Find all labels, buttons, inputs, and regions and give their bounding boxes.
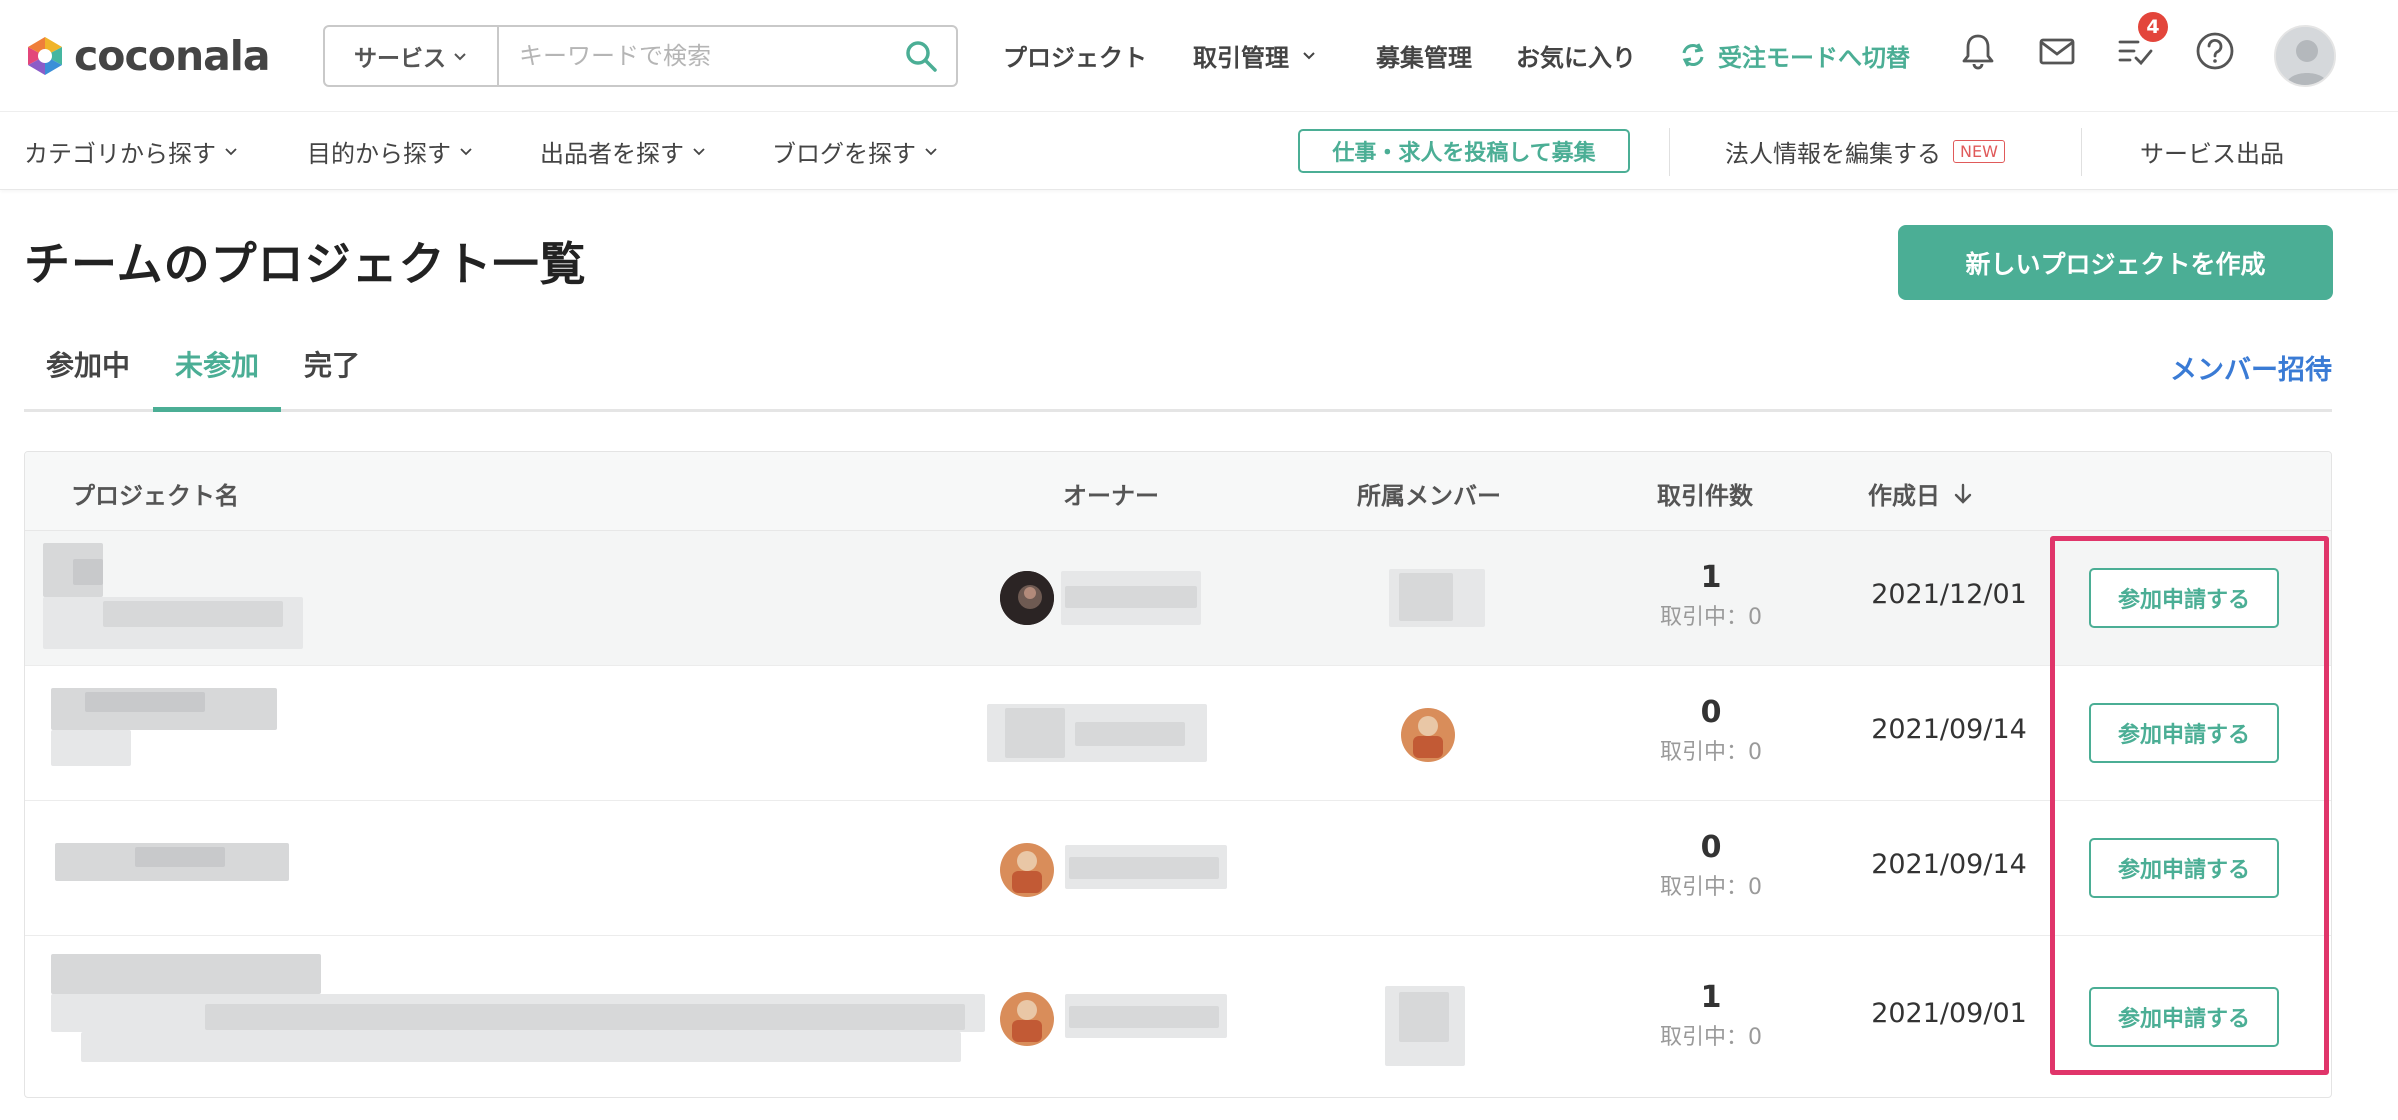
column-header-count: 取引件数	[1657, 482, 1753, 510]
chevron-down-icon	[1303, 52, 1315, 60]
owner-avatar	[1000, 992, 1054, 1046]
nav-transactions[interactable]: 取引管理	[1193, 32, 1317, 78]
subnav-blog-label: ブログを探す	[772, 139, 916, 168]
divider	[2081, 128, 2082, 176]
help-icon	[2196, 32, 2234, 70]
active-transaction-count: 取引中：0	[1660, 1025, 1762, 1050]
subnav-sellers[interactable]: 出品者を探す	[540, 134, 706, 168]
divider	[1669, 128, 1670, 176]
search-button[interactable]	[886, 27, 956, 85]
search-bar: サービス	[323, 25, 958, 87]
chevron-down-icon	[225, 148, 237, 156]
table-row: 1 取引中：0 2021/12/01 参加申請する	[25, 531, 2331, 666]
created-date: 2021/09/01	[1871, 998, 2027, 1029]
column-header-date-label: 作成日	[1868, 482, 1940, 510]
projects-table: プロジェクト名 オーナー 所属メンバー 取引件数 作成日 1 取引中：0 202…	[24, 451, 2332, 1098]
nav-favorites-label: お気に入り	[1516, 43, 1636, 72]
tab-completed[interactable]: 完了	[304, 344, 360, 412]
user-avatar[interactable]	[2274, 25, 2336, 87]
nav-project[interactable]: プロジェクト	[1003, 32, 1147, 78]
sort-down-icon	[1954, 483, 1972, 504]
owner-avatar	[1000, 571, 1054, 625]
page-title: チームのプロジェクト一覧	[24, 237, 587, 291]
member-avatar	[1401, 708, 1455, 762]
sub-navigation: カテゴリから探す 目的から探す 出品者を探す ブログを探す 仕事・求人を投稿して…	[0, 112, 2398, 190]
column-header-name: プロジェクト名	[71, 482, 239, 510]
help-button[interactable]	[2192, 28, 2238, 74]
nav-mode-switch-label: 受注モードへ切替	[1718, 43, 1910, 72]
subnav-service-listing[interactable]: サービス出品	[2140, 134, 2284, 168]
table-row: 0 取引中：0 2021/09/14 参加申請する	[25, 801, 2331, 936]
bell-icon	[1962, 34, 1994, 70]
global-header: coconala サービス プロジェクト 取引管理 募集管理 お気に入り 受注モ…	[0, 0, 2398, 112]
table-row: 0 取引中：0 2021/09/14 参加申請する	[25, 666, 2331, 801]
transaction-count-value: 1	[1700, 560, 1722, 595]
table-row: 1 取引中：0 2021/09/01 参加申請する	[25, 936, 2331, 1097]
chevron-down-icon	[925, 148, 937, 156]
notifications-button[interactable]	[1955, 28, 2001, 74]
refresh-icon	[1682, 43, 1704, 67]
active-transaction-count: 取引中：0	[1660, 875, 1762, 900]
subnav-corp-edit-label: 法人情報を編集する	[1725, 139, 1941, 168]
project-tabs: 参加中 未参加 完了 メンバー招待	[24, 330, 2332, 412]
nav-mode-switch[interactable]: 受注モードへ切替	[1678, 32, 1910, 78]
subnav-category-label: カテゴリから探す	[24, 139, 216, 168]
created-date: 2021/09/14	[1871, 849, 2027, 880]
todo-count-badge: 4	[2138, 12, 2168, 42]
transaction-count-value: 0	[1700, 695, 1722, 730]
active-transaction-count: 取引中：0	[1660, 740, 1762, 765]
active-transaction-count: 取引中：0	[1660, 605, 1762, 630]
coconala-logo[interactable]: coconala	[22, 30, 271, 82]
chevron-down-icon	[454, 53, 466, 61]
transaction-count-value: 1	[1700, 980, 1722, 1015]
subnav-corp-edit[interactable]: 法人情報を編集する NEW	[1725, 134, 2005, 168]
post-job-button[interactable]: 仕事・求人を投稿して募集	[1298, 129, 1630, 173]
logo-text: coconala	[74, 32, 271, 80]
messages-button[interactable]	[2034, 28, 2080, 74]
mail-icon	[2039, 38, 2075, 65]
tab-not-joined[interactable]: 未参加	[153, 344, 282, 412]
search-category-label: サービス	[354, 46, 446, 72]
search-category-select[interactable]: サービス	[325, 27, 499, 85]
search-input[interactable]	[499, 27, 886, 85]
subnav-service-listing-label: サービス出品	[2140, 139, 2284, 168]
chevron-down-icon	[460, 148, 472, 156]
invite-member-link[interactable]: メンバー招待	[2170, 348, 2332, 387]
subnav-purpose-label: 目的から探す	[307, 139, 451, 168]
new-badge: NEW	[1953, 139, 2005, 163]
created-date: 2021/12/01	[1871, 579, 2027, 610]
chevron-down-icon	[693, 148, 705, 156]
nav-favorites[interactable]: お気に入り	[1516, 32, 1636, 78]
nav-project-label: プロジェクト	[1003, 43, 1147, 72]
logo-mark-icon	[28, 37, 62, 75]
created-date: 2021/09/14	[1871, 714, 2027, 745]
column-header-date[interactable]: 作成日	[1868, 476, 1976, 511]
transaction-count: 1 取引中：0	[1625, 560, 1797, 631]
subnav-blog[interactable]: ブログを探す	[772, 134, 938, 168]
create-project-button[interactable]: 新しいプロジェクトを作成	[1898, 225, 2333, 300]
nav-recruit[interactable]: 募集管理	[1376, 32, 1472, 78]
transaction-count: 1 取引中：0	[1625, 980, 1797, 1051]
transaction-count: 0 取引中：0	[1625, 830, 1797, 901]
table-header: プロジェクト名 オーナー 所属メンバー 取引件数 作成日	[25, 452, 2331, 531]
owner-avatar	[1000, 843, 1054, 897]
search-icon	[906, 41, 937, 72]
transaction-count: 0 取引中：0	[1625, 695, 1797, 766]
subnav-category[interactable]: カテゴリから探す	[24, 134, 238, 168]
subnav-sellers-label: 出品者を探す	[540, 139, 684, 168]
user-silhouette-icon	[2276, 27, 2334, 85]
nav-transactions-label: 取引管理	[1193, 43, 1289, 72]
transaction-count-value: 0	[1700, 830, 1722, 865]
nav-recruit-label: 募集管理	[1376, 43, 1472, 72]
column-header-owner: オーナー	[1063, 482, 1159, 510]
tab-joined[interactable]: 参加中	[46, 344, 130, 412]
highlight-box	[2050, 536, 2329, 1075]
subnav-purpose[interactable]: 目的から探す	[307, 134, 473, 168]
column-header-members: 所属メンバー	[1357, 482, 1501, 510]
